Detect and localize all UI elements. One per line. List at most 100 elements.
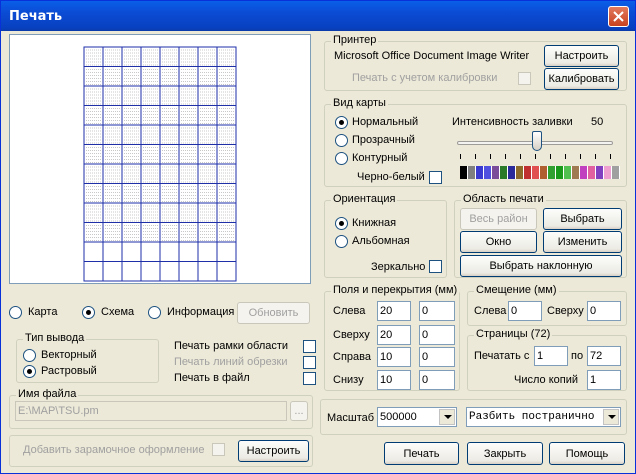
file-path-field[interactable]: E:\MAP\TSU.pm: [15, 401, 287, 421]
print-frame-checkbox[interactable]: [303, 340, 316, 353]
calibrate-print-label: Печать с учетом калибровки: [352, 72, 498, 84]
mode-radio-map[interactable]: [9, 306, 22, 319]
chevron-down-icon[interactable]: [439, 409, 455, 425]
palette-swatch: [604, 166, 612, 179]
page-from-field[interactable]: 1: [534, 346, 568, 366]
preview-page-cell: [159, 241, 180, 262]
help-button[interactable]: Помощь: [549, 442, 625, 465]
margin-bottom-field[interactable]: 10: [377, 370, 411, 390]
chevron-down-icon[interactable]: [603, 409, 619, 425]
print-dialog: Печать Карта Схема Информация Обновить Т…: [0, 0, 636, 474]
slider-tick: [565, 154, 566, 159]
calibrate-button[interactable]: Калибровать: [544, 68, 619, 90]
frame-design-checkbox[interactable]: [212, 443, 225, 456]
printer-setup-button[interactable]: Настроить: [544, 45, 619, 67]
orientation-label-landscape: Альбомная: [352, 235, 410, 247]
preview-page-cell: [197, 241, 218, 262]
window-title: Печать: [9, 9, 63, 24]
printer-title: Принтер: [331, 34, 379, 46]
whole-area-button[interactable]: Весь район: [460, 208, 537, 230]
scale-value: 500000: [380, 411, 417, 423]
overlap-left-field[interactable]: 0: [419, 301, 455, 321]
overlap-bottom-field[interactable]: 0: [419, 370, 455, 390]
page-to-field[interactable]: 72: [587, 346, 621, 366]
palette-swatch: [588, 166, 596, 179]
bw-checkbox[interactable]: [429, 171, 442, 184]
print-area-title: Область печати: [461, 193, 546, 205]
print-to-file-checkbox[interactable]: [303, 372, 316, 385]
mirror-label: Зеркально: [371, 261, 426, 273]
refresh-button[interactable]: Обновить: [237, 302, 310, 324]
frame-design-setup-button[interactable]: Настроить: [238, 440, 309, 462]
fill-intensity-slider[interactable]: [532, 131, 542, 151]
fill-intensity-label: Интенсивность заливки: [452, 116, 573, 128]
title-bar[interactable]: Печать: [1, 1, 635, 31]
pages-title: Страницы (72): [474, 328, 553, 340]
slider-tick: [460, 154, 461, 159]
margin-top-field[interactable]: 20: [377, 325, 411, 345]
margins-title: Поля и перекрытия (мм): [331, 284, 460, 296]
map-view-title: Вид карты: [331, 97, 388, 109]
browse-button[interactable]: ...: [290, 401, 308, 421]
copies-label: Число копий: [514, 374, 578, 386]
overlap-right-field[interactable]: 0: [419, 347, 455, 367]
bw-label: Черно-белый: [357, 171, 425, 183]
view-radio-transparent[interactable]: [335, 134, 348, 147]
slider-ticks: [460, 154, 616, 159]
preview-page-cell: [178, 261, 199, 282]
palette-swatch: [612, 166, 620, 179]
palette-swatch: [572, 166, 580, 179]
margin-left-field[interactable]: 20: [377, 301, 411, 321]
output-type-title: Тип вывода: [23, 332, 87, 344]
mirror-checkbox[interactable]: [429, 260, 442, 273]
view-label-normal: Нормальный: [352, 116, 419, 128]
select-tilted-button[interactable]: Выбрать наклонную: [460, 255, 622, 277]
split-mode-value: Разбить постранично: [469, 411, 595, 423]
print-cut-lines-checkbox[interactable]: [303, 356, 316, 369]
print-button[interactable]: Печать: [384, 442, 459, 465]
output-label-vector: Векторный: [41, 349, 97, 361]
close-button[interactable]: Закрыть: [467, 442, 543, 465]
slider-tick: [520, 154, 521, 159]
preview-page-cell: [83, 261, 104, 282]
palette-swatch: [524, 166, 532, 179]
mode-label-scheme: Схема: [101, 306, 135, 318]
palette-swatch: [476, 166, 484, 179]
palette-swatch: [468, 166, 476, 179]
margin-right-label: Справа: [333, 351, 371, 363]
page-grid-preview: [83, 46, 237, 282]
window-area-button[interactable]: Окно: [460, 231, 537, 253]
select-area-button[interactable]: Выбрать: [543, 208, 622, 230]
output-radio-vector[interactable]: [23, 349, 36, 362]
mode-radio-info[interactable]: [148, 306, 161, 319]
margin-right-field[interactable]: 10: [377, 347, 411, 367]
offset-left-label: Слева: [474, 305, 507, 317]
palette-swatch: [500, 166, 508, 179]
calibrate-print-checkbox[interactable]: [518, 72, 531, 85]
offset-top-field[interactable]: 0: [587, 301, 621, 321]
split-mode-select[interactable]: Разбить постранично: [466, 407, 621, 427]
slider-tick: [490, 154, 491, 159]
close-window-button[interactable]: [608, 6, 629, 27]
preview-page-cell: [102, 241, 123, 262]
preview-page-cell: [140, 241, 161, 262]
scale-select[interactable]: 500000: [377, 407, 457, 427]
margin-bottom-label: Снизу: [333, 374, 364, 386]
offset-left-field[interactable]: 0: [508, 301, 542, 321]
palette-swatch: [460, 166, 468, 179]
slider-tick: [610, 154, 611, 159]
orientation-radio-landscape[interactable]: [335, 235, 348, 248]
slider-tick: [475, 154, 476, 159]
margin-top-label: Сверху: [333, 329, 370, 341]
copies-field[interactable]: 1: [587, 370, 621, 390]
color-palette: [460, 166, 620, 179]
change-area-button[interactable]: Изменить: [543, 231, 622, 253]
view-label-contour: Контурный: [352, 152, 408, 164]
view-radio-normal[interactable]: [335, 116, 348, 129]
output-radio-raster[interactable]: [23, 365, 36, 378]
orientation-radio-portrait[interactable]: [335, 217, 348, 230]
preview-page-cell: [216, 261, 237, 282]
view-radio-contour[interactable]: [335, 152, 348, 165]
overlap-top-field[interactable]: 0: [419, 325, 455, 345]
mode-radio-scheme[interactable]: [82, 306, 95, 319]
